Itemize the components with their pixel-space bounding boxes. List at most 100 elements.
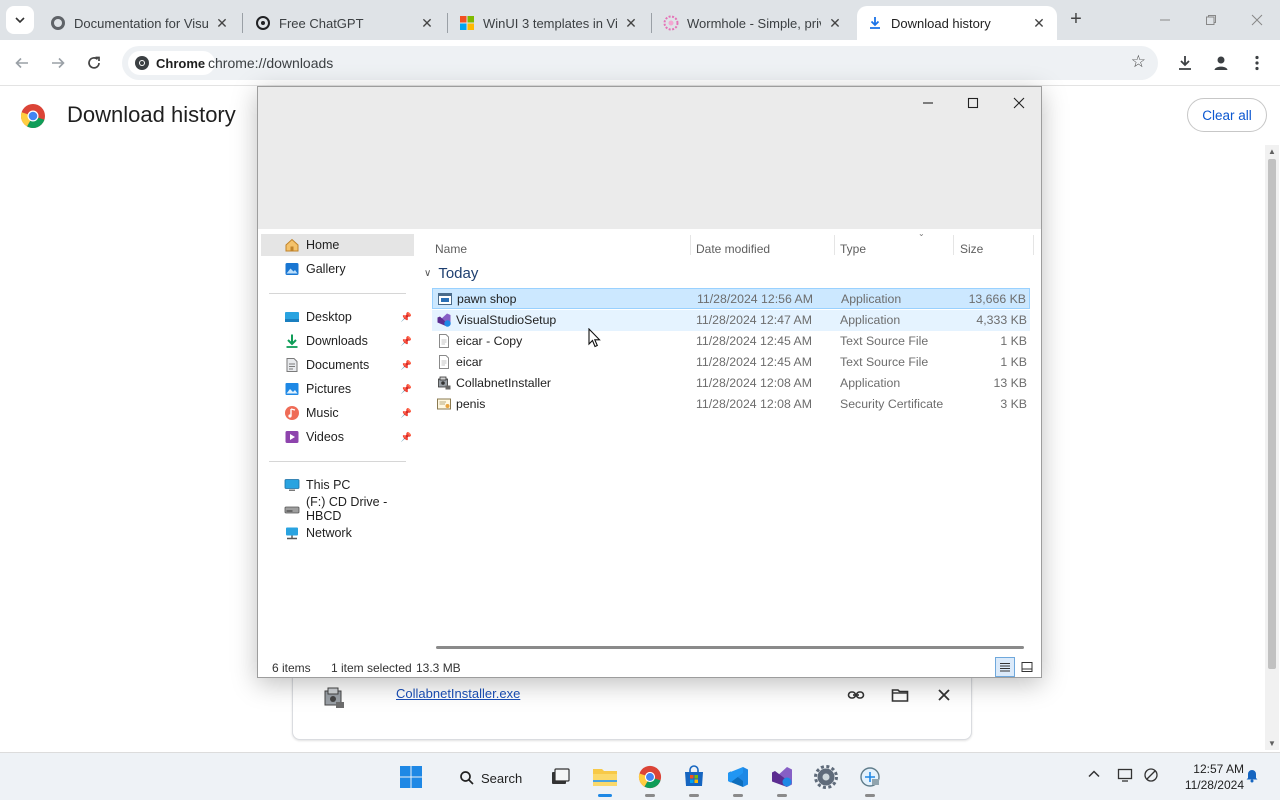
column-header-type[interactable]: Type [840,242,866,256]
taskbar-chrome[interactable] [636,763,664,797]
tab-separator [447,13,448,33]
back-button[interactable] [9,50,35,76]
start-button[interactable] [397,763,425,791]
notifications-button[interactable] [1244,767,1260,786]
site-chip[interactable]: Chrome [128,51,216,75]
scroll-down-icon[interactable]: ▼ [1265,739,1279,748]
bookmark-star-icon[interactable]: ☆ [1131,52,1146,72]
tab-wormhole[interactable]: Wormhole - Simple, priva ✕ [653,6,853,40]
close-icon [938,689,950,701]
tab-winui[interactable]: WinUI 3 templates in Visu ✕ [449,6,649,40]
show-in-folder-button[interactable] [886,681,914,709]
nav-item-cd-drive[interactable]: (F:) CD Drive - HBCD [261,495,414,523]
file-row[interactable]: VisualStudioSetup 11/28/2024 12:47 AM Ap… [432,310,1030,331]
column-separator[interactable] [834,235,835,255]
copy-link-button[interactable] [842,681,870,709]
taskbar-file-explorer[interactable] [591,763,619,797]
chevron-down-icon: ∨ [424,268,432,279]
tab-download-history[interactable]: Download history ✕ [857,6,1057,40]
close-icon[interactable]: ✕ [827,15,843,32]
taskbar-visual-studio[interactable] [768,763,796,797]
page-scrollbar[interactable]: ▲ ▼ [1265,145,1279,750]
tab-separator [651,13,652,33]
clear-all-button[interactable]: Clear all [1187,98,1267,132]
pin-icon: 📌 [400,407,412,418]
explorer-minimize-button[interactable] [905,91,951,115]
task-view-button[interactable] [546,763,574,791]
nav-item-videos[interactable]: Videos 📌 [261,426,414,448]
downloads-button[interactable] [1172,50,1198,76]
tray-overflow-button[interactable] [1087,767,1101,784]
taskbar-vscode[interactable] [724,763,752,797]
address-bar[interactable]: Chrome chrome://downloads ☆ [122,46,1158,80]
group-label: Today [438,265,479,282]
file-type: Text Source File [840,334,929,348]
taskbar-store[interactable] [680,763,708,797]
nav-item-network[interactable]: Network [261,522,414,544]
tab-chatgpt[interactable]: Free ChatGPT ✕ [245,6,445,40]
column-header-size[interactable]: Size [960,242,983,256]
file-row[interactable]: eicar 11/28/2024 12:45 AM Text Source Fi… [432,352,1030,373]
url-text[interactable]: chrome://downloads [208,55,333,71]
restore-button[interactable] [1188,0,1234,40]
explorer-close-button[interactable] [996,91,1042,115]
file-explorer-icon [593,769,617,786]
tray-display-button[interactable] [1117,767,1133,786]
forward-button[interactable] [45,50,71,76]
new-tab-button[interactable]: + [1064,8,1088,32]
file-row[interactable]: pawn shop 11/28/2024 12:56 AM Applicatio… [432,288,1030,309]
pin-icon: 📌 [400,431,412,442]
column-separator[interactable] [953,235,954,255]
nav-item-documents[interactable]: Documents 📌 [261,354,414,376]
remove-download-button[interactable] [930,681,958,709]
system-clock[interactable]: 12:57 AM 11/28/2024 [1168,761,1244,793]
taskbar-installer[interactable] [856,763,884,797]
clock-time: 12:57 AM [1193,762,1244,776]
explorer-maximize-button[interactable] [950,91,996,115]
nav-item-home[interactable]: Home [261,234,414,256]
nav-item-music[interactable]: Music 📌 [261,402,414,424]
horizontal-scrollbar[interactable] [436,646,1024,649]
file-row[interactable]: eicar - Copy 11/28/2024 12:45 AM Text So… [432,331,1030,352]
nav-item-pictures[interactable]: Pictures 📌 [261,378,414,400]
profile-button[interactable] [1208,50,1234,76]
download-file-link[interactable]: CollabnetInstaller.exe [396,686,520,701]
nav-item-desktop[interactable]: Desktop 📌 [261,306,414,328]
installer-icon [438,376,451,390]
column-header-name[interactable]: Name [435,242,467,256]
close-window-button[interactable] [1234,0,1280,40]
column-header-date[interactable]: Date modified [696,242,770,256]
close-icon[interactable]: ✕ [623,15,639,32]
scrollbar-thumb[interactable] [1268,159,1276,669]
tab-separator [242,13,243,33]
nav-item-this-pc[interactable]: This PC [261,474,414,496]
file-row[interactable]: penis 11/28/2024 12:08 AM Security Certi… [432,394,1030,415]
file-row[interactable]: CollabnetInstaller 11/28/2024 12:08 AM A… [432,373,1030,394]
tray-network-button[interactable] [1143,767,1159,786]
nav-item-gallery[interactable]: Gallery [261,258,414,280]
close-icon[interactable]: ✕ [1031,15,1047,32]
nav-item-label: This PC [306,478,351,492]
column-separator[interactable] [1033,235,1034,255]
tiles-view-button[interactable] [1017,657,1037,677]
nav-item-downloads[interactable]: Downloads 📌 [261,330,414,352]
certificate-icon [437,398,451,410]
group-header-today[interactable]: ∨ Today [424,265,478,282]
menu-button[interactable] [1244,50,1270,76]
close-icon[interactable]: ✕ [214,15,230,32]
reload-button[interactable] [81,50,107,76]
details-view-button[interactable] [995,657,1015,677]
taskbar-settings[interactable] [812,763,840,791]
scroll-up-icon[interactable]: ▲ [1265,147,1279,156]
column-separator[interactable] [690,235,691,255]
tab-search-button[interactable] [6,6,34,34]
arrow-left-icon [15,57,28,69]
music-icon [285,406,299,420]
tab-documentation[interactable]: Documentation for Visua ✕ [40,6,240,40]
home-icon [285,238,299,252]
selection-count: 1 item selected [331,661,412,675]
chevron-up-icon [1088,770,1100,778]
close-icon[interactable]: ✕ [419,15,435,32]
minimize-button[interactable] [1142,0,1188,40]
taskbar-search[interactable]: Search [447,763,531,793]
